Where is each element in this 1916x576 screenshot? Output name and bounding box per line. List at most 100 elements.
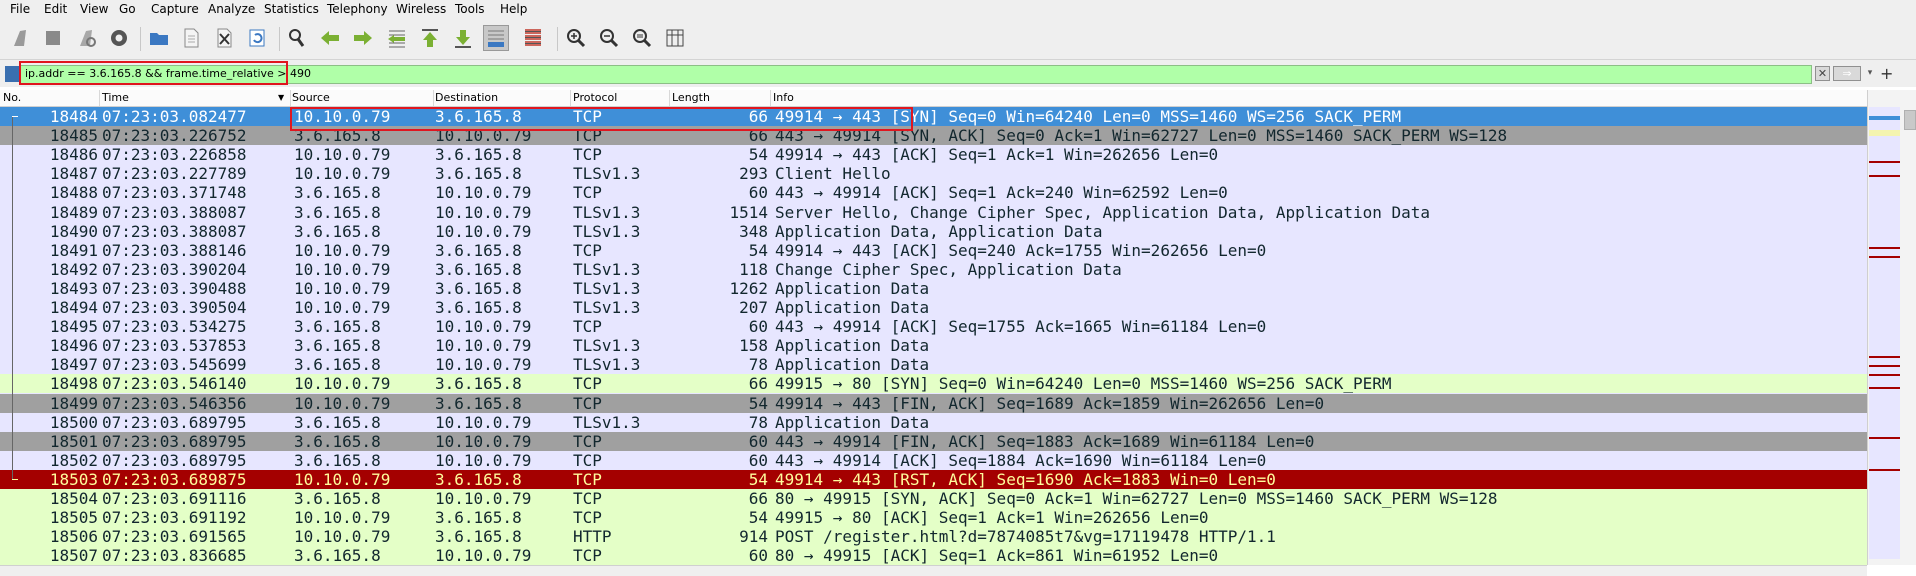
arrow-back-icon[interactable] xyxy=(317,25,343,51)
column-no[interactable]: No. xyxy=(3,91,21,104)
go-last-icon[interactable] xyxy=(450,25,476,51)
packet-row[interactable]: 18484 07:23:03.082477 10.10.0.79 3.6.165.8 T… xyxy=(0,107,1867,126)
open-folder-icon[interactable] xyxy=(146,25,172,51)
packet-row[interactable]: 18489 07:23:03.388087 3.6.165.8 10.10.0.79 T… xyxy=(0,203,1867,222)
packet-row[interactable]: 18486 07:23:03.226858 10.10.0.79 3.6.165.8 T… xyxy=(0,145,1867,164)
packet-row[interactable]: 18507 07:23:03.836685 3.6.165.8 10.10.0.79 T… xyxy=(0,546,1867,565)
packet-number: 18491 xyxy=(49,241,98,260)
packet-info: 49914 → 443 [ACK] Seq=1 Ack=1 Win=262656… xyxy=(775,145,1219,164)
packet-info: 49915 → 80 [SYN] Seq=0 Win=64240 Len=0 M… xyxy=(775,374,1392,393)
add-filter-button-icon[interactable]: + xyxy=(1880,64,1893,83)
packet-info: Application Data xyxy=(775,336,930,355)
packet-row[interactable]: 18485 07:23:03.226752 3.6.165.8 10.10.0.79 T… xyxy=(0,126,1867,145)
menu-help[interactable]: Help xyxy=(500,2,527,16)
close-file-icon[interactable] xyxy=(211,25,237,51)
packet-destination: 3.6.165.8 xyxy=(435,260,522,279)
resize-columns-icon[interactable] xyxy=(662,25,688,51)
column-divider[interactable] xyxy=(770,90,771,106)
packet-row[interactable]: 18506 07:23:03.691565 10.10.0.79 3.6.165.8 H… xyxy=(0,527,1867,546)
file-icon[interactable] xyxy=(178,25,204,51)
go-to-packet-icon[interactable] xyxy=(384,25,410,51)
filter-history-dropdown-icon[interactable]: ▾ xyxy=(1863,66,1877,81)
packet-row[interactable]: 18487 07:23:03.227789 10.10.0.79 3.6.165.8 T… xyxy=(0,164,1867,183)
menu-file[interactable]: File xyxy=(10,2,30,16)
find-magnifier-icon[interactable] xyxy=(284,25,310,51)
packet-number: 18489 xyxy=(49,203,98,222)
go-first-icon[interactable] xyxy=(417,25,443,51)
packet-source: 3.6.165.8 xyxy=(294,489,381,508)
zoom-out-icon[interactable] xyxy=(596,25,622,51)
packet-minimap[interactable] xyxy=(1869,107,1900,559)
packet-row[interactable]: 18490 07:23:03.388087 3.6.165.8 10.10.0.79 T… xyxy=(0,222,1867,241)
packet-info: Application Data xyxy=(775,413,930,432)
column-protocol[interactable]: Protocol xyxy=(573,91,617,104)
stop-square-icon[interactable] xyxy=(40,25,66,51)
packet-number: 18494 xyxy=(49,298,98,317)
packet-row[interactable]: 18491 07:23:03.388146 10.10.0.79 3.6.165.8 T… xyxy=(0,241,1867,260)
packet-row[interactable]: 18493 07:23:03.390488 10.10.0.79 3.6.165.8 T… xyxy=(0,279,1867,298)
packet-row[interactable]: 18495 07:23:03.534275 3.6.165.8 10.10.0.79 T… xyxy=(0,317,1867,336)
column-divider[interactable] xyxy=(433,90,434,106)
horizontal-scrollbar[interactable] xyxy=(0,565,1867,576)
menu-capture[interactable]: Capture xyxy=(151,2,199,16)
packet-highlight-box xyxy=(290,107,913,131)
packet-time: 07:23:03.689795 xyxy=(102,451,247,470)
clear-filter-icon[interactable]: ✕ xyxy=(1815,66,1830,81)
column-time[interactable]: Time xyxy=(102,91,129,104)
column-divider[interactable] xyxy=(99,90,100,106)
column-divider[interactable] xyxy=(570,90,571,106)
shark-fin-start-icon[interactable] xyxy=(8,25,34,51)
packet-row[interactable]: 18494 07:23:03.390504 10.10.0.79 3.6.165.8 T… xyxy=(0,298,1867,317)
autoscroll-icon[interactable] xyxy=(483,25,509,51)
packet-length: 348 xyxy=(739,222,768,241)
apply-filter-icon[interactable]: ⇒ xyxy=(1833,66,1861,81)
reload-icon[interactable] xyxy=(244,25,270,51)
packet-row[interactable]: 18492 07:23:03.390204 10.10.0.79 3.6.165.8 T… xyxy=(0,260,1867,279)
packet-length: 1514 xyxy=(729,203,768,222)
packet-destination: 3.6.165.8 xyxy=(435,279,522,298)
column-destination[interactable]: Destination xyxy=(435,91,498,104)
packet-protocol: TLSv1.3 xyxy=(573,298,641,317)
packet-row[interactable]: 18505 07:23:03.691192 10.10.0.79 3.6.165.8 T… xyxy=(0,508,1867,527)
shark-fin-restart-icon[interactable] xyxy=(74,25,100,51)
packet-list[interactable]: 18484 07:23:03.082477 10.10.0.79 3.6.165.8 T… xyxy=(0,107,1867,565)
column-source[interactable]: Source xyxy=(292,91,330,104)
column-info[interactable]: Info xyxy=(773,91,794,104)
packet-protocol: TLSv1.3 xyxy=(573,222,641,241)
zoom-in-icon[interactable] xyxy=(563,25,589,51)
packet-row[interactable]: 18503 07:23:03.689875 10.10.0.79 3.6.165.8 T… xyxy=(0,470,1867,489)
packet-row[interactable]: 18504 07:23:03.691116 3.6.165.8 10.10.0.79 T… xyxy=(0,489,1867,508)
menu-view[interactable]: View xyxy=(80,2,108,16)
packet-time: 07:23:03.537853 xyxy=(102,336,247,355)
column-length[interactable]: Length xyxy=(672,91,710,104)
colorize-icon[interactable] xyxy=(520,25,546,51)
menu-tools[interactable]: Tools xyxy=(455,2,485,16)
packet-row[interactable]: 18500 07:23:03.689795 3.6.165.8 10.10.0.79 T… xyxy=(0,413,1867,432)
packet-number: 18495 xyxy=(49,317,98,336)
packet-number: 18506 xyxy=(49,527,98,546)
menu-statistics[interactable]: Statistics xyxy=(264,2,319,16)
scrollbar-thumb[interactable] xyxy=(1904,110,1916,130)
packet-row[interactable]: 18501 07:23:03.689795 3.6.165.8 10.10.0.79 T… xyxy=(0,432,1867,451)
column-divider[interactable] xyxy=(290,90,291,106)
packet-row[interactable]: 18496 07:23:03.537853 3.6.165.8 10.10.0.79 T… xyxy=(0,336,1867,355)
menu-edit[interactable]: Edit xyxy=(44,2,67,16)
gear-options-icon[interactable] xyxy=(106,25,132,51)
arrow-forward-icon[interactable] xyxy=(350,25,376,51)
menu-analyze[interactable]: Analyze xyxy=(208,2,255,16)
menu-wireless[interactable]: Wireless xyxy=(396,2,446,16)
packet-time: 07:23:03.689795 xyxy=(102,413,247,432)
bookmark-icon[interactable] xyxy=(5,66,19,82)
column-divider[interactable] xyxy=(669,90,670,106)
packet-row[interactable]: 18498 07:23:03.546140 10.10.0.79 3.6.165.8 T… xyxy=(0,374,1867,393)
packet-row[interactable]: 18488 07:23:03.371748 3.6.165.8 10.10.0.79 T… xyxy=(0,183,1867,202)
packet-row[interactable]: 18502 07:23:03.689795 3.6.165.8 10.10.0.79 T… xyxy=(0,451,1867,470)
packet-row[interactable]: 18497 07:23:03.545699 3.6.165.8 10.10.0.79 T… xyxy=(0,355,1867,374)
packet-row[interactable]: 18499 07:23:03.546356 10.10.0.79 3.6.165.8 T… xyxy=(0,394,1867,413)
packet-destination: 3.6.165.8 xyxy=(435,164,522,183)
zoom-normal-icon[interactable] xyxy=(629,25,655,51)
menu-go[interactable]: Go xyxy=(119,2,136,16)
packet-source: 10.10.0.79 xyxy=(294,394,391,413)
menu-telephony[interactable]: Telephony xyxy=(327,2,388,16)
packet-source: 3.6.165.8 xyxy=(294,203,381,222)
